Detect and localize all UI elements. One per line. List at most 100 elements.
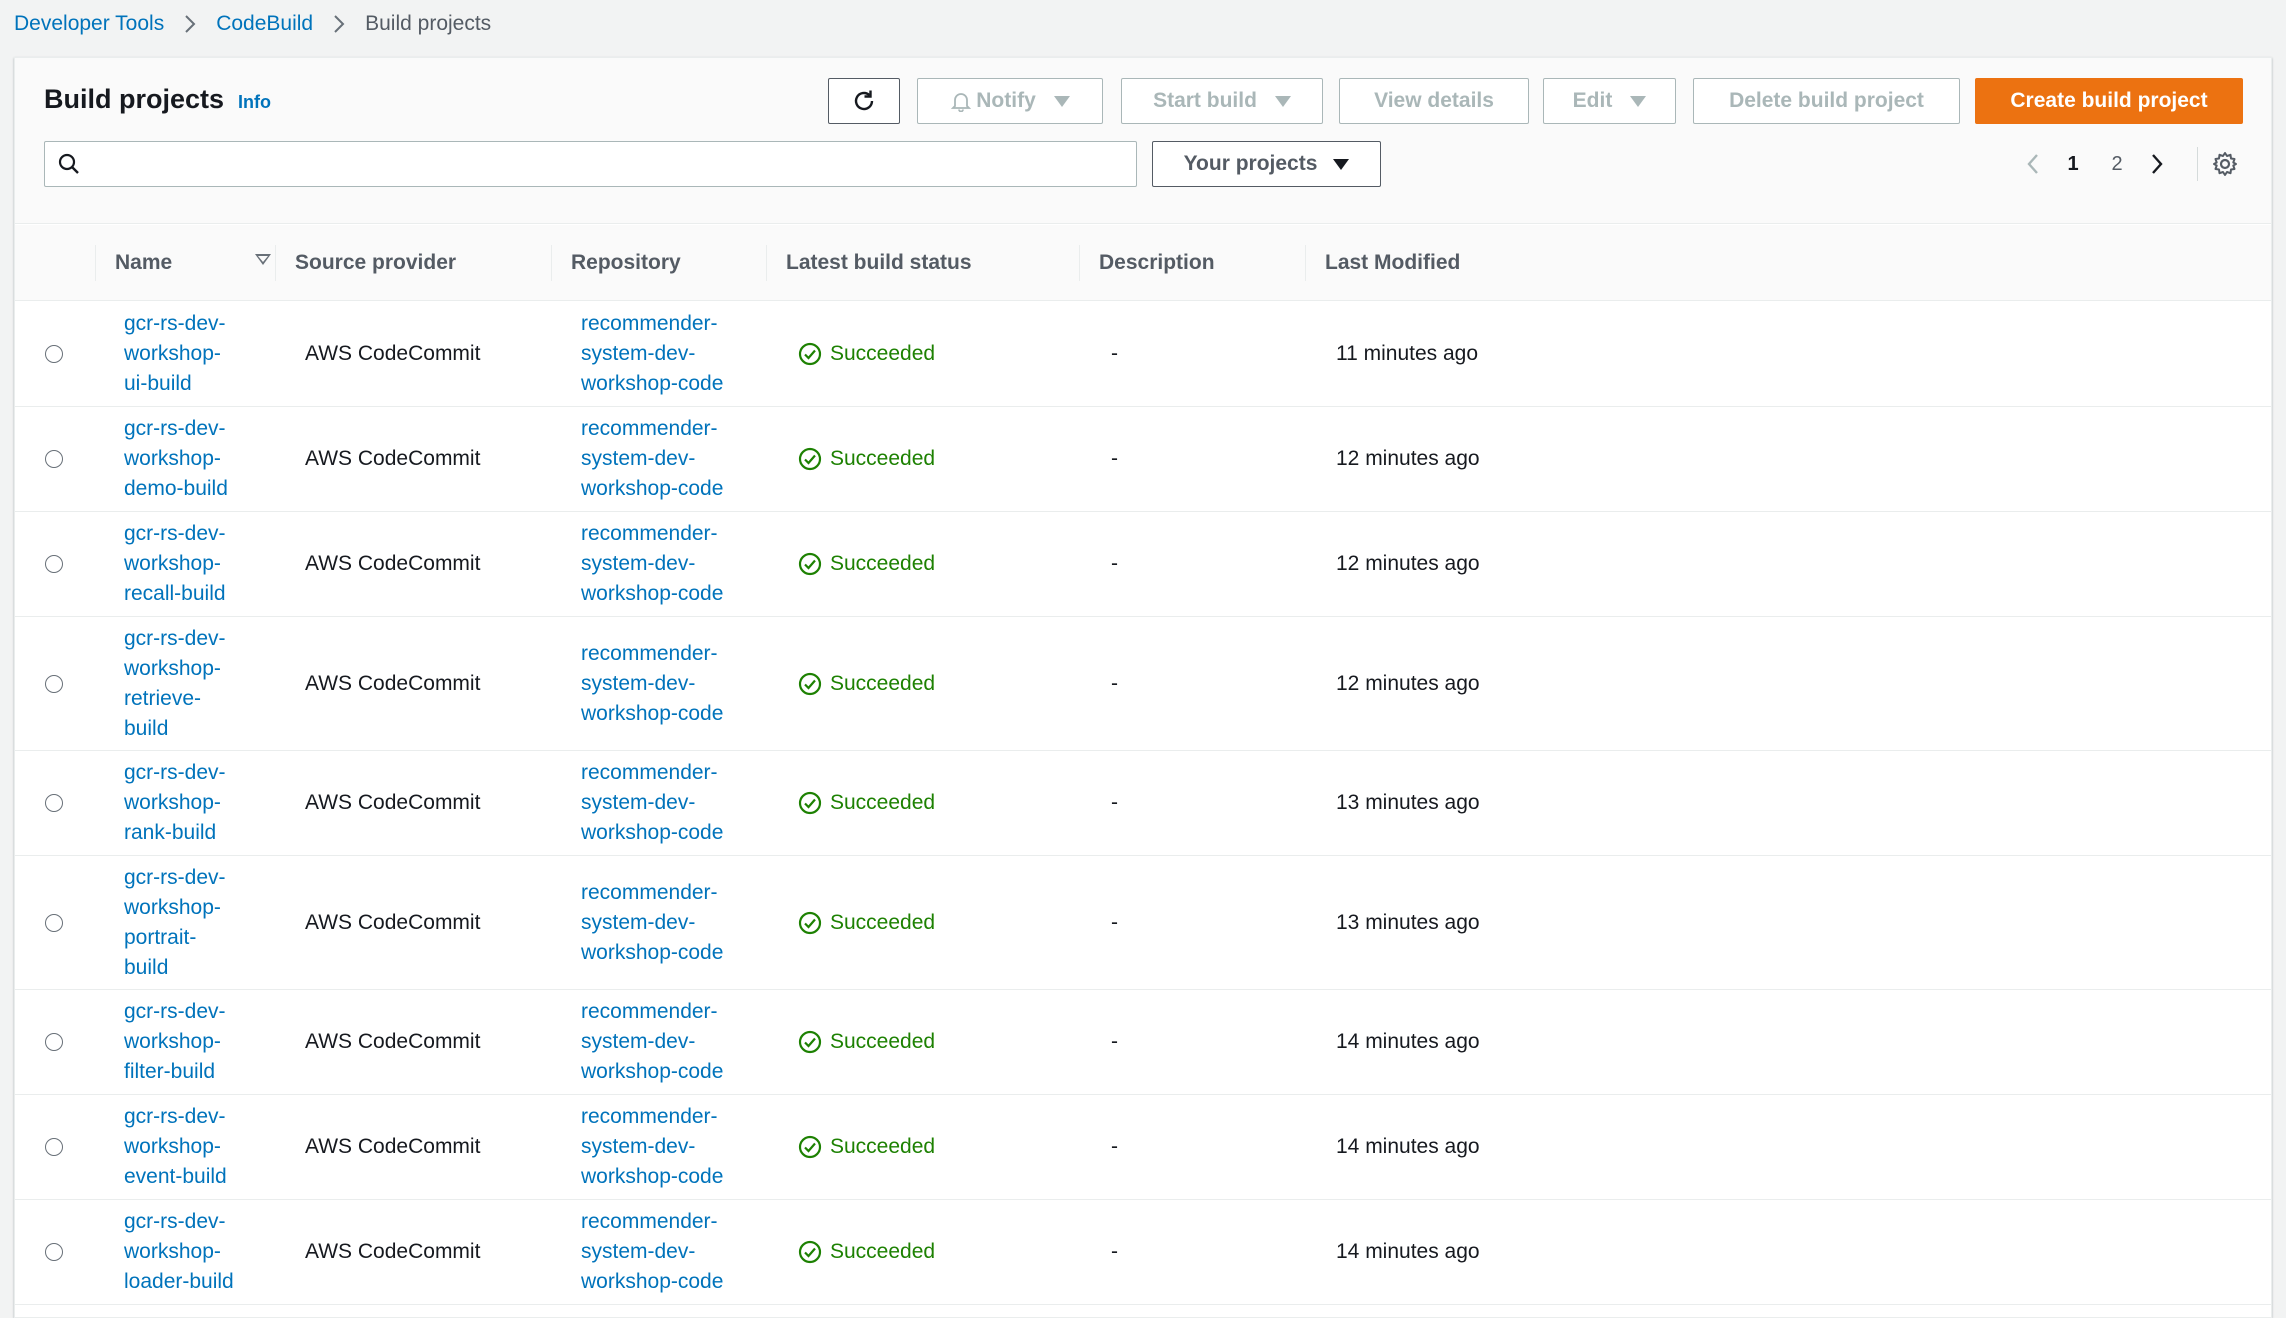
table-row[interactable]: gcr-rs-dev-workshop-retrieve-build AWS C…	[15, 617, 2271, 751]
row-radio-button[interactable]	[45, 345, 63, 363]
caret-down-icon	[1274, 95, 1291, 107]
repository-line: system-dev-	[581, 552, 696, 575]
notify-button[interactable]: Notify	[917, 78, 1103, 124]
repository-link[interactable]: recommender-system-dev-workshop-code	[581, 878, 723, 968]
status-text: Succeeded	[830, 447, 936, 470]
repository-link[interactable]: recommender-system-dev-workshop-code	[581, 639, 723, 729]
info-link[interactable]: Info	[238, 92, 271, 113]
row-radio-button[interactable]	[45, 555, 63, 573]
project-name-cell: gcr-rs-dev-workshop-rank-build	[124, 751, 284, 855]
source-provider-cell: AWS CodeCommit	[305, 1135, 481, 1158]
row-radio-button[interactable]	[45, 450, 63, 468]
repository-line: workshop-code	[581, 1165, 724, 1188]
status-badge: Succeeded	[798, 1027, 935, 1057]
project-name-cell: gcr-rs-dev-workshop-retrieve-build	[124, 617, 284, 750]
table-row[interactable]: gcr-rs-dev-workshop-demo-build AWS CodeC…	[15, 407, 2271, 512]
status-badge: Succeeded	[798, 669, 935, 699]
row-radio-button[interactable]	[45, 1138, 63, 1156]
project-name-link[interactable]: gcr-rs-dev-workshop-loader-build	[124, 1207, 234, 1297]
project-name-link[interactable]: gcr-rs-dev-workshop-event-build	[124, 1102, 227, 1192]
project-name-link[interactable]: gcr-rs-dev-workshop-demo-build	[124, 414, 228, 504]
repository-link[interactable]: recommender-system-dev-workshop-code	[581, 758, 723, 848]
repository-line: system-dev-	[581, 447, 696, 470]
row-select-cell	[45, 512, 63, 616]
project-name-cell: gcr-rs-dev-workshop-portrait-build	[124, 856, 284, 989]
project-name-line: build	[124, 955, 169, 979]
project-name-line: gcr-rs-dev-	[124, 626, 226, 650]
status-text: Succeeded	[830, 910, 936, 934]
description-cell: -	[1111, 910, 1118, 934]
projects-filter-select[interactable]: Your projects	[1152, 141, 1381, 187]
row-select-cell	[45, 751, 63, 855]
pagination: 1 2	[2015, 146, 2238, 182]
page-title-text: Build projects	[44, 84, 225, 114]
repository-link[interactable]: recommender-system-dev-workshop-code	[581, 309, 723, 399]
breadcrumb-build-projects: Build projects	[365, 12, 492, 35]
search-field[interactable]	[44, 141, 1137, 187]
column-header-name[interactable]: Name	[95, 225, 289, 301]
project-name-link[interactable]: gcr-rs-dev-workshop-recall-build	[124, 519, 226, 609]
row-radio-button[interactable]	[45, 913, 63, 932]
previous-page-icon[interactable]	[2015, 152, 2051, 176]
start-build-button[interactable]: Start build	[1121, 78, 1323, 124]
project-name-link[interactable]: gcr-rs-dev-workshop-rank-build	[124, 758, 226, 848]
row-select-cell	[45, 856, 63, 989]
table-row[interactable]: gcr-rs-dev-workshop-rank-build AWS CodeC…	[15, 751, 2271, 856]
table-row[interactable]: gcr-rs-dev-workshop-portrait-build AWS C…	[15, 856, 2271, 990]
search-input[interactable]	[91, 144, 1136, 184]
repository-cell: recommender-system-dev-workshop-code	[581, 990, 741, 1094]
repository-line: system-dev-	[581, 910, 696, 934]
project-name-link[interactable]: gcr-rs-dev-workshop-ui-build	[124, 309, 226, 399]
project-name-link[interactable]: gcr-rs-dev-workshop-filter-build	[124, 997, 226, 1087]
table-row[interactable]: gcr-rs-dev-workshop-filter-build AWS Cod…	[15, 990, 2271, 1095]
row-radio-button[interactable]	[45, 1243, 63, 1261]
page-1-button[interactable]: 1	[2051, 153, 2095, 176]
breadcrumb-developer-tools[interactable]: Developer Tools	[14, 12, 164, 36]
view-details-button[interactable]: View details	[1339, 78, 1529, 124]
page-2-button[interactable]: 2	[2095, 153, 2139, 176]
row-radio-button[interactable]	[45, 1033, 63, 1051]
sort-descending-icon[interactable]	[255, 254, 271, 265]
repository-line: recommender-	[581, 1105, 718, 1128]
refresh-button[interactable]	[828, 78, 900, 124]
status-cell: Succeeded	[798, 1200, 935, 1304]
delete-build-project-button[interactable]: Delete build project	[1693, 78, 1960, 124]
last-modified-cell: 12 minutes ago	[1336, 552, 1480, 575]
row-radio-button[interactable]	[45, 674, 63, 693]
breadcrumb-codebuild[interactable]: CodeBuild	[216, 12, 313, 36]
description-cell: -	[1111, 447, 1118, 470]
check-circle-icon	[798, 1240, 822, 1264]
repository-link[interactable]: recommender-system-dev-workshop-code	[581, 414, 723, 504]
gear-icon[interactable]	[2212, 151, 2238, 177]
create-build-project-button[interactable]: Create build project	[1975, 78, 2243, 124]
source-provider-cell: AWS CodeCommit	[305, 552, 481, 575]
repository-line: recommender-	[581, 761, 718, 784]
project-name-link[interactable]: gcr-rs-dev-workshop-portrait-build	[124, 863, 226, 983]
description-cell: -	[1111, 342, 1118, 365]
table-row[interactable]: gcr-rs-dev-workshop-ui-build AWS CodeCom…	[15, 302, 2271, 407]
row-radio-button[interactable]	[45, 794, 63, 812]
repository-link[interactable]: recommender-system-dev-workshop-code	[581, 1102, 723, 1192]
repository-line: workshop-code	[581, 477, 724, 500]
table-row[interactable]: gcr-rs-dev-workshop-event-build AWS Code…	[15, 1095, 2271, 1200]
source-provider-cell: AWS CodeCommit	[305, 342, 481, 365]
repository-link[interactable]: recommender-system-dev-workshop-code	[581, 1207, 723, 1297]
project-name-line: workshop-	[124, 1240, 221, 1263]
repository-link[interactable]: recommender-system-dev-workshop-code	[581, 997, 723, 1087]
repository-line: system-dev-	[581, 1030, 696, 1053]
project-name-line: recall-build	[124, 582, 226, 605]
start-build-label: Start build	[1153, 89, 1257, 112]
repository-link[interactable]: recommender-system-dev-workshop-code	[581, 519, 723, 609]
row-select-cell	[45, 407, 63, 511]
table-row[interactable]: gcr-rs-dev-workshop-loader-build AWS Cod…	[15, 1200, 2271, 1305]
status-badge: Succeeded	[798, 444, 935, 474]
repository-cell: recommender-system-dev-workshop-code	[581, 617, 741, 750]
project-name-link[interactable]: gcr-rs-dev-workshop-retrieve-build	[124, 624, 226, 744]
repository-cell: recommender-system-dev-workshop-code	[581, 856, 741, 989]
project-name-line: workshop-	[124, 791, 221, 814]
refresh-icon	[854, 90, 874, 111]
next-page-icon[interactable]	[2139, 152, 2175, 176]
description-cell: -	[1111, 1135, 1118, 1158]
edit-button[interactable]: Edit	[1543, 78, 1676, 124]
table-row[interactable]: gcr-rs-dev-workshop-recall-build AWS Cod…	[15, 512, 2271, 617]
